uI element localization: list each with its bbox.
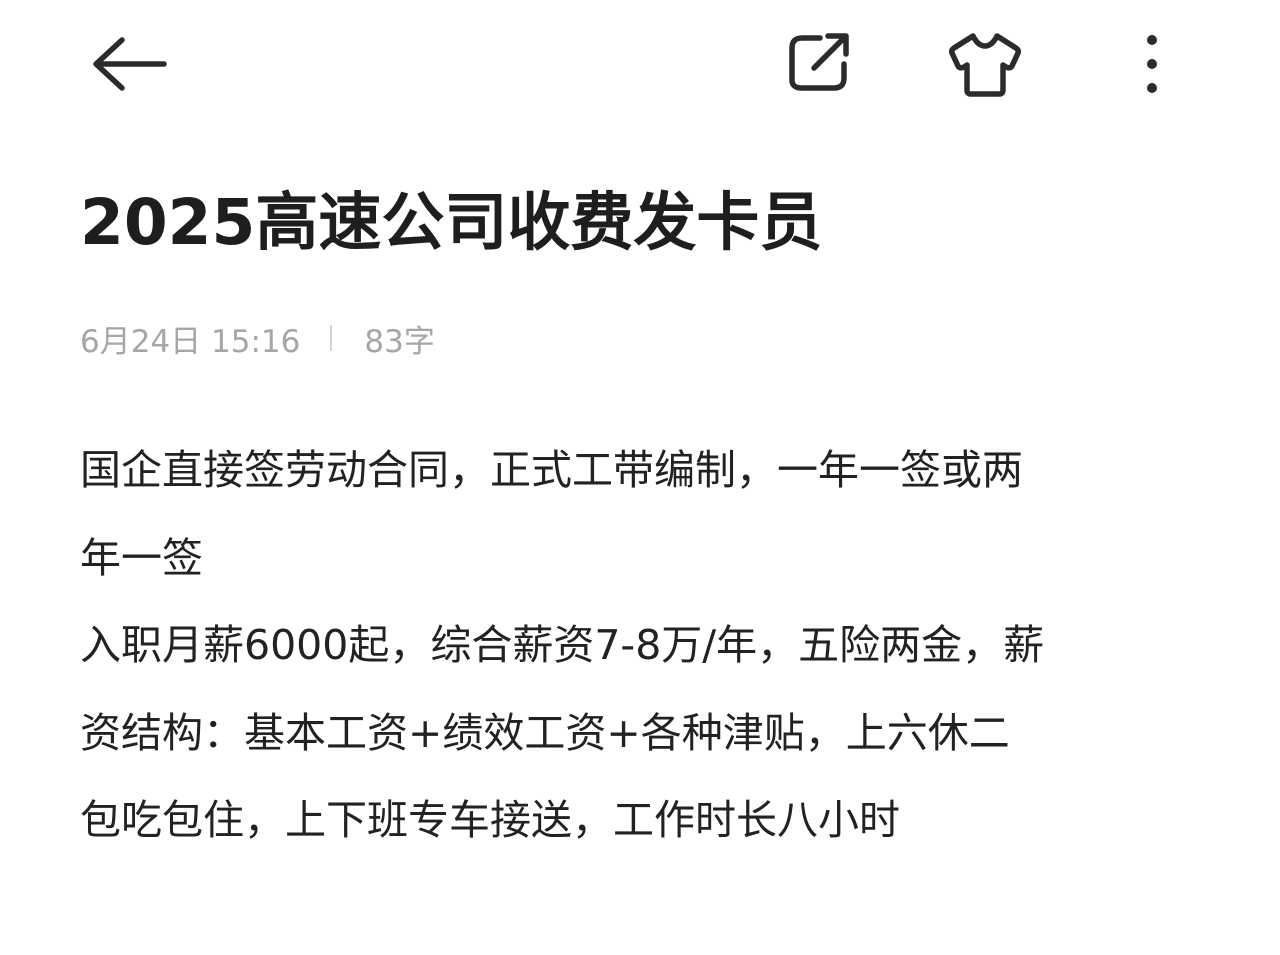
arrow-left-icon bbox=[93, 37, 167, 91]
note-title[interactable]: 2025高速公司收费发卡员 bbox=[80, 178, 1200, 268]
note-body-line: 资结构：基本工资+绩效工资+各种津贴，上六休二 bbox=[80, 708, 1010, 757]
note-meta: 6月24日 15:16 83字 bbox=[80, 316, 435, 360]
note-body[interactable]: 国企直接签劳动合同，正式工带编制，一年一签或两 年一签 入职月薪6000起，综合… bbox=[80, 427, 1220, 865]
tshirt-icon bbox=[949, 33, 1021, 97]
more-options-button[interactable] bbox=[1120, 24, 1184, 104]
note-body-line: 包吃包住，上下班专车接送，工作时长八小时 bbox=[80, 796, 900, 844]
meta-divider bbox=[330, 325, 333, 351]
note-date: 6月24日 15:16 bbox=[80, 323, 301, 360]
share-button[interactable] bbox=[780, 24, 860, 104]
share-external-icon bbox=[789, 33, 849, 91]
theme-button[interactable] bbox=[942, 24, 1028, 104]
more-vertical-icon bbox=[1147, 35, 1157, 93]
note-body-line: 年一签 bbox=[80, 533, 203, 582]
note-body-line: 国企直接签劳动合同，正式工带编制，一年一签或两 bbox=[80, 446, 1023, 494]
note-body-line: 入职月薪6000起，综合薪资7-8万/年，五险两金，薪 bbox=[80, 621, 1045, 669]
note-word-count: 83字 bbox=[364, 323, 435, 360]
top-toolbar bbox=[0, 0, 1280, 130]
back-button[interactable] bbox=[84, 26, 170, 102]
